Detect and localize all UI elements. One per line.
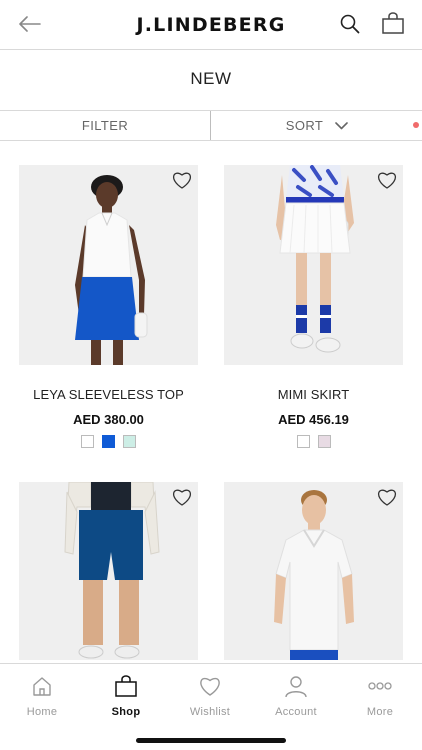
- product-photo: [19, 165, 198, 365]
- color-swatch-lilac[interactable]: [317, 435, 331, 448]
- tab-label: Account: [275, 706, 317, 718]
- filter-label: FILTER: [81, 118, 129, 133]
- product-image[interactable]: [19, 165, 198, 365]
- product-photo: [19, 482, 198, 660]
- tab-label: Home: [26, 706, 58, 718]
- color-swatch-white[interactable]: [296, 435, 310, 448]
- product-card[interactable]: LEYA SLEEVELESS TOP AED 380.00: [19, 165, 198, 455]
- tab-label: More: [366, 706, 394, 718]
- search-icon: [340, 14, 360, 34]
- heart-icon: [173, 489, 191, 506]
- back-button[interactable]: [16, 12, 44, 36]
- product-price: AED 456.19: [278, 412, 349, 427]
- page-title-section: NEW: [0, 50, 422, 111]
- notification-dot: [413, 122, 419, 128]
- product-image[interactable]: [19, 482, 198, 660]
- search-button[interactable]: [336, 11, 364, 37]
- page-title: NEW: [190, 69, 232, 88]
- shopping-bag-icon: [115, 675, 137, 697]
- heart-icon: [173, 172, 191, 189]
- color-swatch-mint[interactable]: [123, 435, 136, 448]
- tab-shop[interactable]: Shop: [84, 664, 168, 724]
- product-name[interactable]: LEYA SLEEVELESS TOP: [19, 387, 198, 402]
- tab-more[interactable]: More: [338, 664, 422, 724]
- product-photo: [224, 482, 403, 660]
- more-dots-icon: [368, 682, 392, 690]
- heart-icon: [200, 677, 220, 696]
- product-card[interactable]: [224, 482, 403, 662]
- sort-label: SORT: [285, 118, 324, 133]
- home-icon: [33, 677, 51, 696]
- product-card[interactable]: [19, 482, 198, 662]
- color-swatches: [224, 435, 403, 448]
- wishlist-toggle[interactable]: [170, 486, 194, 508]
- heart-icon: [378, 172, 396, 189]
- back-arrow-icon: [19, 16, 41, 32]
- product-image[interactable]: [224, 165, 403, 365]
- bottom-tab-bar: Home Shop Wishlist Account More: [0, 663, 422, 750]
- tab-account[interactable]: Account: [254, 664, 338, 724]
- chevron-down-icon: [335, 121, 349, 129]
- product-card[interactable]: MIMI SKIRT AED 456.19: [224, 165, 403, 455]
- tab-label: Shop: [111, 706, 141, 718]
- filter-sort-bar: FILTER SORT: [0, 111, 422, 141]
- sort-button[interactable]: SORT: [212, 111, 422, 140]
- filter-button[interactable]: FILTER: [0, 111, 211, 140]
- tab-wishlist[interactable]: Wishlist: [168, 664, 252, 724]
- wishlist-toggle[interactable]: [375, 169, 399, 191]
- cart-button[interactable]: [378, 9, 408, 37]
- heart-icon: [378, 489, 396, 506]
- product-price: AED 380.00: [73, 412, 144, 427]
- home-indicator: [136, 738, 286, 743]
- product-name[interactable]: MIMI SKIRT: [224, 387, 403, 402]
- color-swatches: [19, 435, 198, 448]
- color-swatch-blue[interactable]: [102, 435, 115, 448]
- color-swatch-white[interactable]: [81, 435, 94, 448]
- wishlist-toggle[interactable]: [170, 169, 194, 191]
- product-photo: [224, 165, 403, 365]
- shopping-bag-icon: [382, 12, 404, 34]
- tab-home[interactable]: Home: [0, 664, 84, 724]
- product-image[interactable]: [224, 482, 403, 660]
- app-header: J.LINDEBERG: [0, 0, 422, 50]
- person-icon: [285, 676, 307, 698]
- tab-label: Wishlist: [189, 706, 231, 718]
- wishlist-toggle[interactable]: [375, 486, 399, 508]
